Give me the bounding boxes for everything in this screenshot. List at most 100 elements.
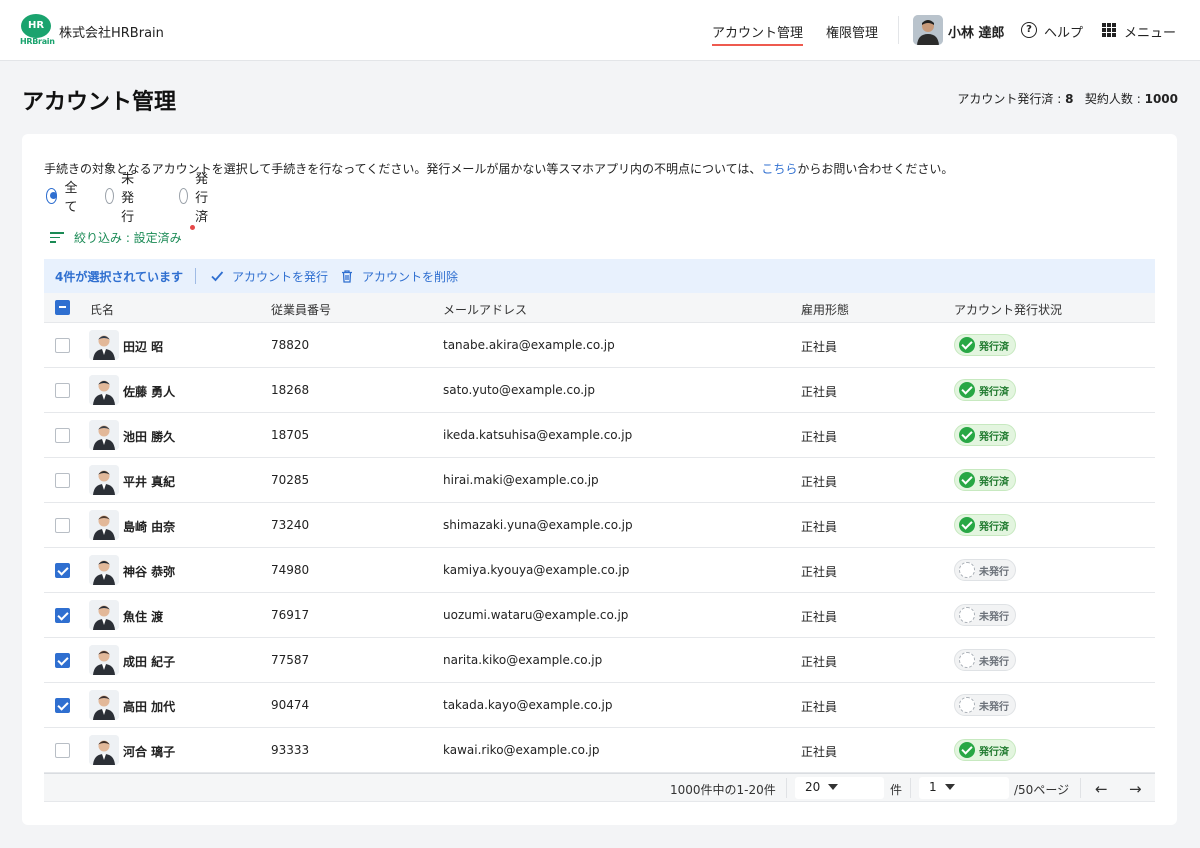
table-row[interactable]: 高田 加代 90474 takada.kayo@example.co.jp 正社員 未発… (44, 683, 1155, 728)
status-badge: 発行済 (954, 514, 1016, 536)
table-row[interactable]: 魚住 渡 76917 uozumi.wataru@example.co.jp 正社員 未… (44, 593, 1155, 638)
table-row[interactable]: 佐藤 勇人 18268 sato.yuto@example.co.jp 正社員 発行済 (44, 368, 1155, 413)
grid-menu-icon[interactable] (1102, 23, 1116, 37)
status-label: 未発行 (979, 656, 1009, 668)
row-checkbox[interactable] (55, 698, 70, 713)
employee-photo (89, 600, 119, 630)
table-row[interactable]: 河合 璃子 93333 kawai.riko@example.co.jp 正社員 発行済 (44, 728, 1155, 773)
company-name: 株式会社HRBrain (59, 26, 164, 41)
contact-link[interactable]: こちら (761, 162, 797, 176)
hrbrain-logo[interactable]: HR HRBrain (20, 14, 55, 48)
status-badge: 発行済 (954, 379, 1016, 401)
filter-label: 絞り込み : 設定済み (74, 230, 182, 245)
radio-unissued[interactable]: 未発行 (105, 172, 141, 225)
employee-email: sato.yuto@example.co.jp (443, 383, 595, 397)
check-circle-icon (959, 427, 975, 443)
user-avatar[interactable] (913, 15, 943, 45)
total-pages: /50ページ (1014, 783, 1070, 797)
row-checkbox[interactable] (55, 743, 70, 758)
issued-label: アカウント発行済 : (957, 92, 1066, 106)
next-page-arrow-icon[interactable]: → (1129, 780, 1142, 798)
employee-email: kawai.riko@example.co.jp (443, 743, 600, 757)
row-checkbox[interactable] (55, 338, 70, 353)
col-name[interactable]: 氏名 (90, 301, 114, 318)
filter-button[interactable]: 絞り込み : 設定済み (50, 228, 182, 246)
status-label: 発行済 (979, 341, 1009, 353)
delete-account-label: アカウントを削除 (362, 269, 459, 284)
status-label: 発行済 (979, 476, 1009, 488)
row-checkbox[interactable] (55, 383, 70, 398)
select-all-checkbox[interactable] (55, 300, 70, 315)
nav-permission-management[interactable]: 権限管理 (826, 22, 878, 41)
radio-all-label: 全て (64, 181, 78, 215)
menu-button[interactable]: メニュー (1124, 22, 1176, 41)
help-icon[interactable]: ? (1021, 22, 1037, 38)
selection-bar: 4件が選択されています アカウントを発行 アカウントを削除 (44, 259, 1155, 293)
contract-count: 1000 (1144, 92, 1178, 106)
per-page-select[interactable]: 20 (795, 777, 884, 799)
per-page-value: 20 (805, 780, 821, 794)
table-row[interactable]: 島崎 由奈 73240 shimazaki.yuna@example.co.jp 正社… (44, 503, 1155, 548)
status-badge: 未発行 (954, 604, 1016, 626)
employee-name: 田辺 昭 (123, 340, 164, 354)
employee-id: 78820 (271, 338, 310, 352)
col-email[interactable]: メールアドレス (443, 301, 527, 318)
employment-type: 正社員 (801, 565, 838, 579)
table-row[interactable]: 神谷 恭弥 74980 kamiya.kyouya@example.co.jp 正社員… (44, 548, 1155, 593)
employment-type: 正社員 (801, 475, 838, 489)
issue-account-label: アカウントを発行 (232, 269, 329, 284)
radio-issued-indicator[interactable] (179, 188, 189, 204)
col-employee-id[interactable]: 従業員番号 (271, 301, 331, 318)
nav-divider (898, 16, 899, 44)
delete-account-button[interactable]: アカウントを削除 (340, 268, 458, 285)
range-text: 1000件中の1-20件 (670, 783, 776, 797)
col-account-status[interactable]: アカウント発行状況 (954, 301, 1062, 318)
employee-id: 18705 (271, 428, 310, 442)
row-checkbox[interactable] (55, 563, 70, 578)
logo-mark: HR (21, 14, 51, 38)
row-checkbox[interactable] (55, 428, 70, 443)
employee-id: 74980 (271, 563, 310, 577)
employee-id: 93333 (271, 743, 310, 757)
table-row[interactable]: 平井 真紀 70285 hirai.maki@example.co.jp 正社員 発行済 (44, 458, 1155, 503)
row-checkbox[interactable] (55, 653, 70, 668)
chevron-down-icon (828, 784, 839, 790)
help-link[interactable]: ヘルプ (1044, 22, 1083, 41)
row-checkbox[interactable] (55, 473, 70, 488)
nav-account-management[interactable]: アカウント管理 (712, 22, 804, 46)
employee-name: 佐藤 勇人 (123, 385, 176, 399)
page-select[interactable]: 1 (919, 777, 1009, 799)
status-badge: 未発行 (954, 649, 1016, 671)
table-row[interactable]: 成田 紀子 77587 narita.kiko@example.co.jp 正社員 未発… (44, 638, 1155, 683)
radio-unissued-indicator[interactable] (105, 188, 115, 204)
status-badge: 発行済 (954, 334, 1016, 356)
top-bar: HR HRBrain 株式会社HRBrain アカウント管理 権限管理 小林 達… (0, 0, 1200, 61)
employee-photo (89, 555, 119, 585)
check-circle-icon (959, 742, 975, 758)
col-employment-type[interactable]: 雇用形態 (801, 301, 849, 318)
status-badge: 未発行 (954, 694, 1016, 716)
row-checkbox[interactable] (55, 608, 70, 623)
desc-before: 手続きの対象となるアカウントを選択して手続きを行なってください。発行メールが届か… (44, 162, 762, 176)
status-label: 未発行 (979, 566, 1009, 578)
issue-account-button[interactable]: アカウントを発行 (210, 268, 328, 285)
person-avatar-icon (89, 645, 119, 675)
table-row[interactable]: 池田 勝久 18705 ikeda.katsuhisa@example.co.jp 正… (44, 413, 1155, 458)
status-badge: 発行済 (954, 424, 1016, 446)
page-title: アカウント管理 (22, 90, 177, 115)
employment-type: 正社員 (801, 430, 838, 444)
status-badge: 発行済 (954, 739, 1016, 761)
row-checkbox[interactable] (55, 518, 70, 533)
employee-id: 76917 (271, 608, 310, 622)
radio-all-indicator[interactable] (46, 188, 58, 204)
radio-all[interactable]: 全て (46, 181, 82, 215)
status-label: 発行済 (979, 746, 1009, 758)
table-row[interactable]: 田辺 昭 78820 tanabe.akira@example.co.jp 正社員 発行… (44, 323, 1155, 368)
issued-count: 8 (1065, 92, 1074, 106)
user-name[interactable]: 小林 達郎 (948, 22, 1005, 41)
employment-type: 正社員 (801, 745, 838, 759)
prev-page-arrow-icon[interactable]: ← (1095, 780, 1108, 798)
radio-issued[interactable]: 発行済 (179, 172, 215, 225)
person-avatar-icon (89, 510, 119, 540)
employee-email: hirai.maki@example.co.jp (443, 473, 599, 487)
